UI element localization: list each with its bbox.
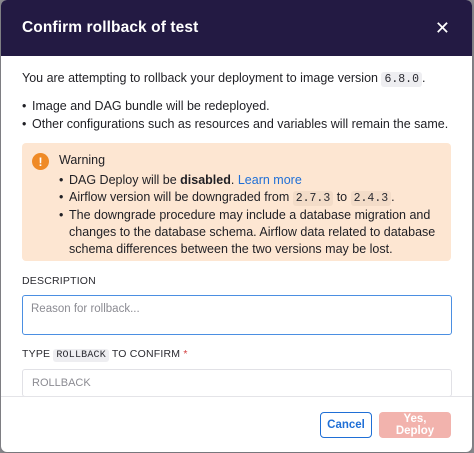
warning-item-dag-deploy: DAG Deploy will be disabled. Learn more [59, 172, 439, 189]
cancel-button[interactable]: Cancel [320, 411, 372, 438]
intro-prefix: You are attempting to rollback your depl… [22, 71, 382, 85]
warning-icon: ! [32, 153, 49, 170]
dialog-body: You are attempting to rollback your depl… [1, 56, 472, 397]
learn-more-link[interactable]: Learn more [238, 173, 302, 187]
list-item: Image and DAG bundle will be redeployed. [22, 97, 451, 115]
warning-list: DAG Deploy will be disabled. Learn more … [59, 172, 439, 258]
dialog-header: Confirm rollback of test ✕ [1, 0, 472, 56]
confirm-input[interactable] [22, 369, 452, 397]
required-mark: * [183, 348, 188, 360]
airflow-version-from: 2.7.3 [292, 191, 334, 206]
warning-content: Warning DAG Deploy will be disabled. Lea… [59, 152, 439, 256]
airflow-version-to: 2.4.3 [350, 191, 392, 206]
list-item: Other configurations such as resources a… [22, 115, 451, 133]
warning-item-downgrade: The downgrade procedure may include a da… [59, 207, 439, 258]
rollback-dialog: Confirm rollback of test ✕ You are attem… [1, 0, 472, 452]
confirm-label-text: TYPE [22, 348, 54, 360]
dialog-footer: Cancel Yes, Deploy [1, 396, 472, 452]
deploy-button[interactable]: Yes, Deploy [379, 411, 451, 438]
confirm-label: TYPE ROLLBACK TO CONFIRM * [22, 348, 451, 362]
description-label: DESCRIPTION [22, 275, 96, 287]
warning-title: Warning [59, 153, 106, 167]
warning-item-text: DAG Deploy will be [69, 173, 181, 187]
warning-item-text: . [391, 190, 395, 204]
confirm-label-text: TO CONFIRM [108, 348, 181, 360]
warning-callout: ! Warning DAG Deploy will be disabled. L… [22, 143, 451, 261]
intro-text: You are attempting to rollback your depl… [22, 69, 451, 89]
warning-item-text: to [333, 190, 351, 204]
dialog-title: Confirm rollback of test [22, 19, 199, 36]
warning-item-text: . [230, 173, 235, 187]
intro-suffix: . [421, 71, 426, 85]
rollback-points: Image and DAG bundle will be redeployed.… [22, 97, 451, 133]
image-version: 6.8.0 [381, 72, 422, 87]
disabled-text: disabled [180, 173, 231, 187]
warning-item-text: Airflow version will be downgraded from [69, 190, 293, 204]
warning-item-airflow-version: Airflow version will be downgraded from … [59, 189, 439, 207]
description-input[interactable] [22, 295, 452, 335]
confirm-keyword: ROLLBACK [53, 349, 109, 362]
close-icon[interactable]: ✕ [435, 19, 450, 37]
